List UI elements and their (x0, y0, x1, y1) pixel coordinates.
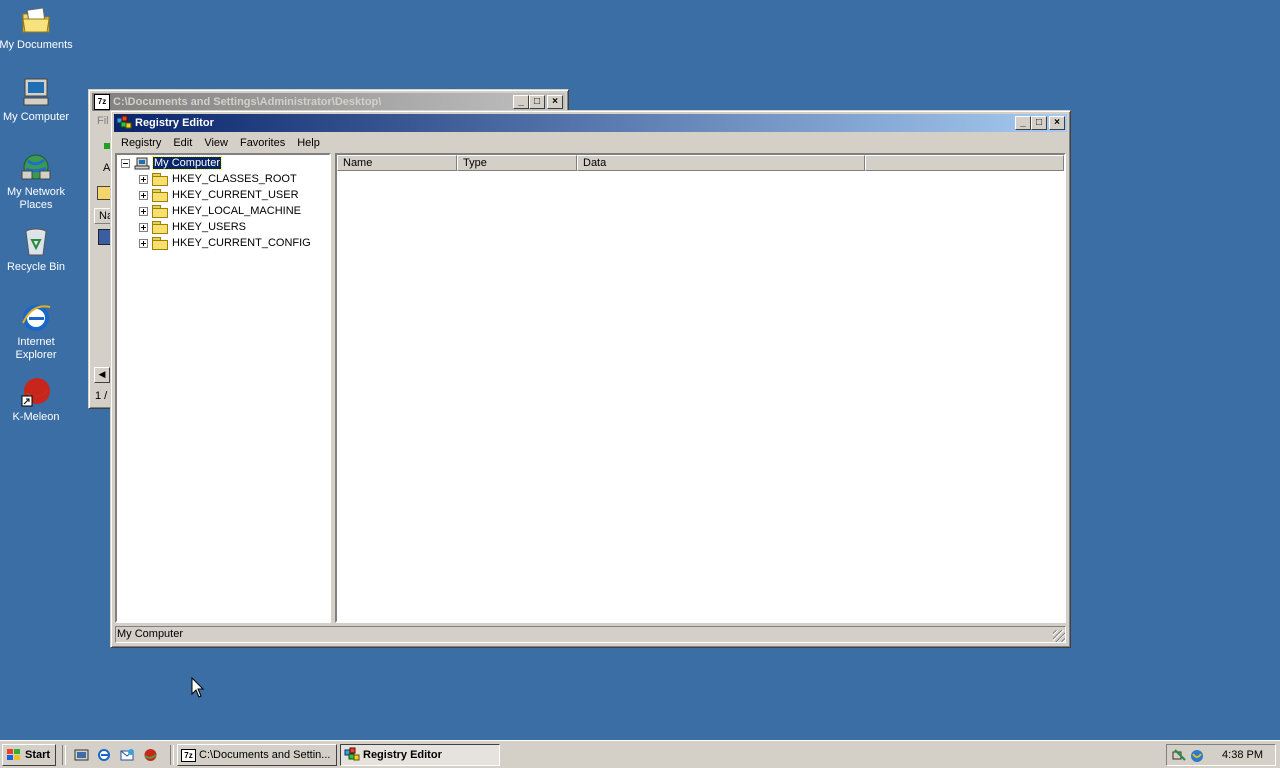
maximize-button[interactable]: □ (529, 95, 545, 109)
background-window-title: C:\Documents and Settings\Administrator\… (113, 96, 382, 108)
registry-editor-title: Registry Editor (135, 117, 214, 129)
collapse-icon[interactable] (121, 158, 130, 168)
tree-item[interactable]: HKEY_CURRENT_USER (139, 187, 299, 203)
desktop-icon-label: My Documents (0, 39, 73, 51)
close-button[interactable]: × (547, 95, 563, 109)
7zip-icon: 7z (94, 94, 110, 110)
tree-item-label[interactable]: HKEY_USERS (172, 221, 246, 233)
my-computer-icon (20, 76, 52, 108)
tree-item[interactable]: HKEY_CLASSES_ROOT (139, 171, 297, 187)
taskbar-button-label: C:\Documents and Settin... (199, 749, 331, 761)
column-header-type[interactable]: Type (457, 155, 577, 171)
taskbar-button-7zip[interactable]: 7z C:\Documents and Settin... (177, 744, 337, 766)
tree-item[interactable]: HKEY_CURRENT_CONFIG (139, 235, 311, 251)
expand-icon[interactable] (139, 174, 148, 184)
background-menu-fragment[interactable]: Fil (97, 115, 109, 127)
volume-tray-icon[interactable] (1189, 747, 1205, 763)
desktop-icon-label: Internet Explorer (15, 336, 57, 361)
menu-favorites[interactable]: Favorites (234, 137, 291, 149)
quick-launch-separator (62, 745, 66, 765)
menu-help[interactable]: Help (291, 137, 326, 149)
system-tray: 4:38 PM (1166, 744, 1276, 766)
desktop-icon-internet-explorer[interactable]: Internet Explorer (0, 301, 74, 362)
internet-explorer-icon (20, 301, 52, 333)
folder-icon (152, 173, 168, 186)
k-meleon-icon (20, 376, 52, 408)
desktop-icon-label: K-Meleon (12, 411, 60, 423)
close-button[interactable]: × (1049, 116, 1065, 130)
my-documents-icon (20, 4, 52, 36)
tree-pane[interactable]: My Computer HKEY_CLASSES_ROOT HKEY_CURRE… (115, 153, 331, 623)
menu-view[interactable]: View (198, 137, 234, 149)
start-button[interactable]: Start (2, 744, 56, 766)
menu-registry[interactable]: Registry (115, 137, 167, 149)
7zip-icon: 7z (181, 748, 196, 762)
background-window-titlebar[interactable]: 7z C:\Documents and Settings\Administrat… (92, 93, 565, 111)
mouse-cursor-icon (191, 676, 205, 702)
desktop-icon-recycle-bin[interactable]: Recycle Bin (0, 226, 74, 274)
resize-grip-icon[interactable] (1053, 630, 1065, 642)
desktop-icon-my-network-places[interactable]: My Network Places (0, 151, 74, 212)
tasks-separator (170, 745, 174, 765)
network-tray-icon[interactable] (1171, 747, 1187, 763)
tree-item-label[interactable]: HKEY_CURRENT_USER (172, 189, 299, 201)
scroll-left-button[interactable]: ◀ (94, 367, 110, 383)
values-list-pane[interactable]: Name Type Data (335, 153, 1066, 623)
background-status-fragment: 1 / (95, 390, 108, 402)
tree-item[interactable]: HKEY_LOCAL_MACHINE (139, 203, 301, 219)
column-header-filler (865, 155, 1064, 171)
column-header-data[interactable]: Data (577, 155, 865, 171)
taskbar-button-registry-editor[interactable]: Registry Editor (340, 744, 500, 766)
internet-explorer-quicklaunch-icon[interactable] (97, 748, 112, 762)
expand-icon[interactable] (139, 190, 148, 200)
k-meleon-quicklaunch-icon[interactable] (143, 748, 158, 762)
menu-edit[interactable]: Edit (167, 137, 198, 149)
desktop-icon-label: Recycle Bin (6, 261, 66, 273)
tree-item[interactable]: HKEY_USERS (139, 219, 246, 235)
minimize-button[interactable]: _ (1015, 116, 1031, 130)
expand-icon[interactable] (139, 238, 148, 248)
taskbar: Start 7z C:\Documents and Settin... Regi… (0, 740, 1280, 768)
folder-icon (152, 189, 168, 202)
expand-icon[interactable] (139, 222, 148, 232)
folder-icon (152, 221, 168, 234)
status-text: My Computer (117, 628, 184, 640)
taskbar-button-label: Registry Editor (363, 749, 442, 761)
desktop-icon-my-computer[interactable]: My Computer (0, 76, 74, 124)
outlook-express-icon[interactable] (120, 748, 135, 762)
maximize-button[interactable]: □ (1031, 116, 1047, 130)
column-header-name[interactable]: Name (337, 155, 457, 171)
menu-bar: Registry Edit View Favorites Help (115, 134, 326, 152)
tree-item-label[interactable]: HKEY_LOCAL_MACHINE (172, 205, 301, 217)
tree-root-my-computer[interactable]: My Computer (121, 155, 223, 171)
folder-icon (152, 237, 168, 250)
folder-icon (152, 205, 168, 218)
tree-root-label[interactable]: My Computer (151, 156, 223, 170)
clock[interactable]: 4:38 PM (1222, 749, 1263, 761)
my-computer-small-icon (134, 157, 150, 170)
registry-editor-titlebar[interactable]: Registry Editor _ □ × (114, 114, 1067, 132)
registry-editor-window[interactable]: Registry Editor _ □ × Registry Edit View… (110, 110, 1071, 648)
desktop-icon-k-meleon[interactable]: K-Meleon (0, 376, 74, 424)
recycle-bin-icon (20, 226, 52, 258)
up-folder-icon[interactable] (97, 186, 111, 200)
network-places-icon (20, 151, 52, 183)
tree-item-label[interactable]: HKEY_CLASSES_ROOT (172, 173, 297, 185)
minimize-button[interactable]: _ (513, 95, 529, 109)
regedit-icon (116, 115, 132, 131)
show-desktop-icon[interactable] (74, 748, 89, 762)
desktop-icon-label: My Computer (2, 111, 70, 123)
regedit-icon (344, 747, 360, 763)
tree-item-label[interactable]: HKEY_CURRENT_CONFIG (172, 237, 311, 249)
windows-logo-icon (6, 748, 22, 762)
desktop-icon-my-documents[interactable]: My Documents (0, 4, 74, 52)
expand-icon[interactable] (139, 206, 148, 216)
desktop-icon-label: My Network Places (6, 186, 66, 211)
start-label: Start (25, 749, 51, 761)
status-bar: My Computer (115, 626, 1066, 643)
